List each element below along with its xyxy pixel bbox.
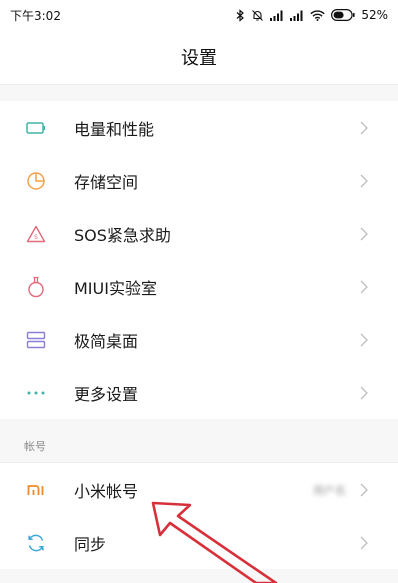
battery-icon xyxy=(331,9,355,21)
chevron-right-icon xyxy=(360,483,372,497)
settings-item-label: 同步 xyxy=(74,534,107,554)
status-time: 下午3:02 xyxy=(10,8,61,23)
signal-icon xyxy=(270,10,284,21)
section-spacer xyxy=(0,85,398,101)
section-header-label: 帐号 xyxy=(24,440,46,453)
chevron-right-icon xyxy=(360,280,372,294)
status-bar: 下午3:02 52% xyxy=(0,0,398,30)
status-icons: 52% xyxy=(236,8,388,22)
battery-percent: 52% xyxy=(361,8,388,22)
flask-icon xyxy=(24,275,48,299)
section-header-account: 帐号 xyxy=(0,419,398,463)
layout-icon xyxy=(24,328,48,352)
account-name-value: 用户名 xyxy=(313,483,346,497)
settings-item-battery[interactable]: 电量和性能 xyxy=(0,101,398,154)
settings-item-sync[interactable]: 同步 xyxy=(0,516,398,569)
settings-item-sos[interactable]: S SOS紧急求助 xyxy=(0,207,398,260)
pie-chart-icon xyxy=(24,169,48,193)
settings-item-more[interactable]: 更多设置 xyxy=(0,366,398,419)
settings-item-label: 极简桌面 xyxy=(74,331,139,351)
chevron-right-icon xyxy=(360,386,372,400)
chevron-right-icon xyxy=(360,333,372,347)
settings-item-label: 存储空间 xyxy=(74,172,139,192)
chevron-right-icon xyxy=(360,227,372,241)
settings-item-label: SOS紧急求助 xyxy=(74,225,171,245)
settings-item-label: 更多设置 xyxy=(74,384,139,404)
sync-icon xyxy=(24,531,48,555)
settings-item-label: 电量和性能 xyxy=(74,119,155,139)
sos-warning-icon: S xyxy=(24,222,48,246)
chevron-right-icon xyxy=(360,121,372,135)
battery-outline-icon xyxy=(24,116,48,140)
chevron-right-icon xyxy=(360,174,372,188)
bluetooth-icon xyxy=(236,8,245,22)
chevron-right-icon xyxy=(360,536,372,550)
settings-item-simple-launcher[interactable]: 极简桌面 xyxy=(0,313,398,366)
settings-item-lab[interactable]: MIUI实验室 xyxy=(0,260,398,313)
wifi-icon xyxy=(310,9,326,21)
mi-logo-icon xyxy=(24,478,48,502)
settings-item-label: 小米帐号 xyxy=(74,481,139,501)
settings-item-storage[interactable]: 存储空间 xyxy=(0,154,398,207)
page-header: 设置 xyxy=(0,30,398,85)
more-dots-icon xyxy=(24,381,48,405)
signal-icon xyxy=(290,10,304,21)
settings-item-mi-account[interactable]: 小米帐号 用户名 xyxy=(0,463,398,516)
alarm-off-icon xyxy=(251,9,264,22)
svg-text:S: S xyxy=(34,234,38,241)
account-list: 小米帐号 用户名 同步 xyxy=(0,463,398,569)
settings-item-label: MIUI实验室 xyxy=(74,278,157,298)
page-title: 设置 xyxy=(181,48,217,69)
settings-list: 电量和性能 存储空间 S SOS紧急求助 MIUI实验室 极简桌面 更多设置 xyxy=(0,101,398,419)
